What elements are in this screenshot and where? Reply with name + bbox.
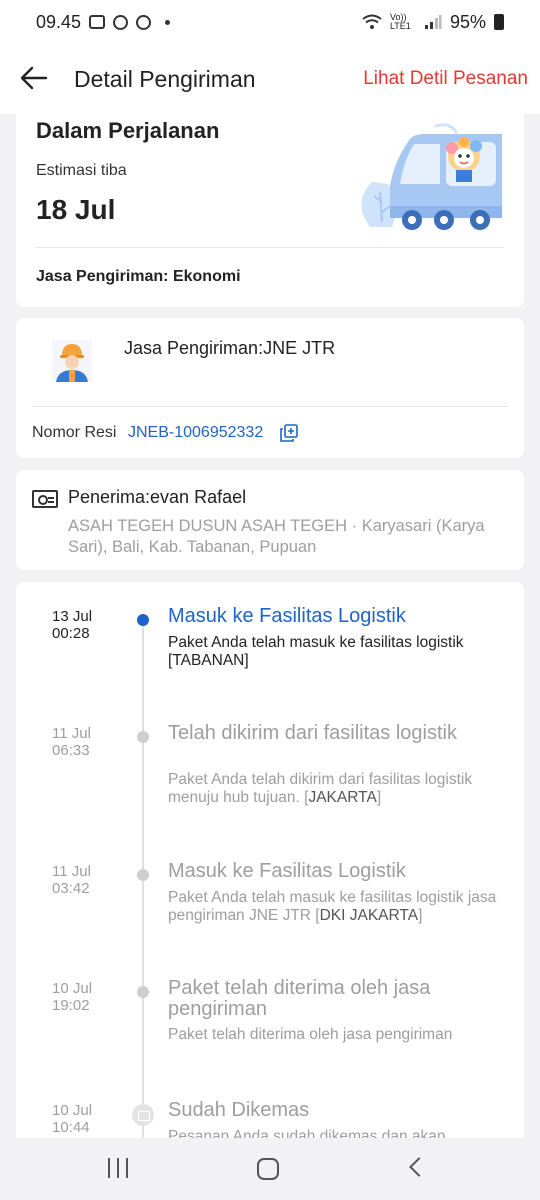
home-button[interactable] [257,1158,279,1180]
event-title: Paket telah diterima oleh jasa pengirima… [168,977,431,1020]
event-title: Telah dikirim dari fasilitas logistik [168,722,457,744]
copy-icon[interactable] [280,424,298,442]
event-description: Paket telah diterima oleh jasa pengirima… [168,1026,453,1043]
do-not-disturb-icon [136,14,152,30]
system-back-button[interactable] [409,1157,429,1177]
signal-icon [424,15,442,29]
event-datetime: 11 Jul 06:33 [52,725,91,759]
tracking-number-label: Nomor Resi [32,424,117,441]
gallery-notification-icon [89,15,106,29]
event-datetime: 11 Jul 03:42 [52,863,91,897]
battery-percent: 95% [449,11,486,32]
view-order-detail-link[interactable]: Lihat Detil Pesanan [363,68,528,90]
app-header: Detail Pengiriman Lihat Detil Pesanan [0,44,540,114]
more-notifications-icon [165,19,171,25]
tracking-number[interactable]: JNEB-1006952332 [128,424,263,442]
tracking-timeline-card: 13 Jul 00:28 Masuk ke Fasilitas Logistik … [16,582,524,1142]
event-title: Sudah Dikemas [168,1099,310,1121]
system-navigation-bar [0,1138,540,1200]
event-datetime: 13 Jul 00:28 [52,608,93,642]
shipping-service-type: Jasa Pengiriman: Ekonomi [36,268,241,285]
event-datetime: 10 Jul 19:02 [52,980,93,1014]
timeline-dot [137,986,149,998]
recent-apps-button[interactable] [108,1158,130,1178]
delivery-truck-illustration [361,123,502,230]
event-description: Paket Anda telah dikirim dari fasilitas … [168,771,473,806]
courier-card: Jasa Pengiriman:JNE JTR Nomor Resi JNEB-… [16,318,524,458]
divider [32,406,508,407]
id-card-icon [32,490,58,508]
timeline-line [142,622,144,1142]
shipment-status: Dalam Perjalanan [36,118,220,143]
package-box-icon [132,1104,154,1126]
timeline-dot-active [137,614,149,626]
event-title: Masuk ke Fasilitas Logistik [168,605,406,627]
timeline-dot [137,869,149,881]
eta-label: Estimasi tiba [36,162,127,179]
status-time: 09.45 [36,11,82,32]
status-bar: 09.45 Vo)) LTE1 95% [0,0,540,44]
page-title: Detail Pengiriman [74,66,256,92]
battery-icon [494,14,504,30]
recipient-name: Penerima:evan Rafael [68,487,247,507]
divider [36,247,504,248]
courier-avatar-icon [52,340,92,382]
network-indicator: Vo)) LTE1 [389,12,411,31]
event-description: Paket Anda telah masuk ke fasilitas logi… [168,889,497,924]
event-title: Masuk ke Fasilitas Logistik [168,860,406,882]
wifi-icon [362,14,382,29]
event-datetime: 10 Jul 10:44 [52,1102,93,1136]
event-description: Paket Anda telah masuk ke fasilitas logi… [168,634,464,669]
facebook-notification-icon [113,14,129,30]
back-arrow-icon[interactable] [20,66,48,90]
timeline-dot [137,731,149,743]
eta-date: 18 Jul [36,194,116,225]
shipment-summary-card: Dalam Perjalanan Estimasi tiba 18 Jul Ja… [16,112,524,307]
courier-name: Jasa Pengiriman:JNE JTR [124,338,336,358]
recipient-address: ASAH TEGEH DUSUN ASAH TEGEH · Karyasari … [68,517,485,556]
recipient-card: Penerima:evan Rafael ASAH TEGEH DUSUN AS… [16,470,524,570]
